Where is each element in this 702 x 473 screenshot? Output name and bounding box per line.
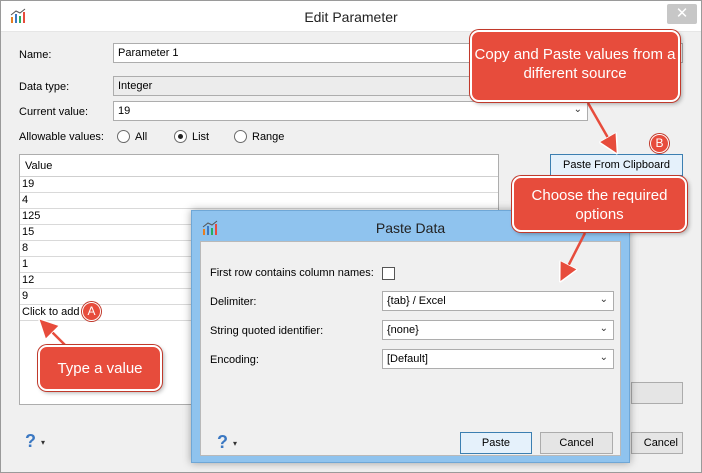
callout-type-value: Type a value [38, 345, 162, 391]
marker-a: A [82, 302, 101, 321]
callout-choose-options: Choose the required options [512, 176, 687, 232]
marker-b: B [650, 134, 669, 153]
callout-copy-paste: Copy and Paste values from a different s… [470, 30, 680, 102]
